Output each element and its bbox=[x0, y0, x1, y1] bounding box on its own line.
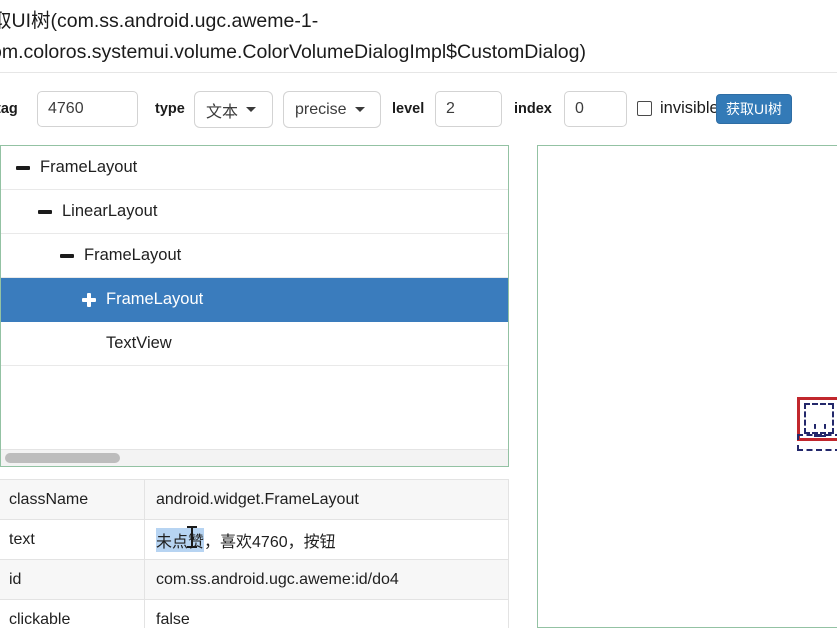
tree-node-row[interactable]: TextView bbox=[1, 322, 508, 366]
device-preview-panel[interactable] bbox=[537, 145, 837, 628]
property-row: id com.ss.android.ugc.aweme:id/do4 bbox=[0, 560, 508, 600]
type-select[interactable]: 文本 bbox=[194, 91, 273, 128]
level-label: level bbox=[392, 101, 425, 117]
ui-inspector-window: 取UI树(com.ss.android.ugc.aweme-1- om.colo… bbox=[0, 0, 837, 628]
window-title-bar: 取UI树(com.ss.android.ugc.aweme-1- om.colo… bbox=[0, 0, 837, 73]
property-row: className android.widget.FrameLayout bbox=[0, 480, 508, 520]
index-label: index bbox=[514, 101, 552, 117]
chevron-down-icon bbox=[246, 107, 257, 112]
property-row: text 未点赞 ，喜欢4760，按钮 bbox=[0, 520, 508, 560]
property-key: className bbox=[0, 480, 145, 519]
tree-node-label: LinearLayout bbox=[62, 202, 158, 220]
property-value[interactable]: false bbox=[145, 600, 508, 628]
tree-node-label: TextView bbox=[106, 334, 172, 352]
minus-icon[interactable] bbox=[37, 204, 53, 220]
minus-icon[interactable] bbox=[59, 248, 75, 264]
ui-tree-panel[interactable]: FrameLayout LinearLayout FrameLayout FrameL… bbox=[0, 145, 509, 467]
property-key: id bbox=[0, 560, 145, 599]
blank bbox=[81, 336, 97, 352]
match-mode-select[interactable]: precise bbox=[283, 91, 381, 128]
chevron-down-icon bbox=[354, 107, 365, 112]
match-mode-value: precise bbox=[295, 100, 347, 118]
invisible-checkbox-group[interactable]: invisible bbox=[637, 99, 719, 117]
text-cursor-icon bbox=[187, 526, 197, 548]
type-label: type bbox=[155, 101, 185, 117]
tree-scrollbar-thumb[interactable] bbox=[5, 453, 120, 463]
window-title-line-1: 取UI树(com.ss.android.ugc.aweme-1- bbox=[0, 10, 319, 32]
fetch-ui-tree-button[interactable]: 获取UI树 bbox=[716, 94, 792, 124]
tree-node-row[interactable]: LinearLayout bbox=[1, 190, 508, 234]
minus-icon[interactable] bbox=[15, 160, 31, 176]
invisible-checkbox[interactable] bbox=[637, 100, 652, 116]
tree-node-row[interactable]: FrameLayout bbox=[1, 234, 508, 278]
window-title-line-2: om.coloros.systemui.volume.ColorVolumeDi… bbox=[0, 41, 586, 63]
property-key: text bbox=[0, 520, 145, 559]
tree-horizontal-scrollbar[interactable] bbox=[1, 449, 508, 466]
property-key: clickable bbox=[0, 600, 145, 628]
property-value[interactable]: com.ss.android.ugc.aweme:id/do4 bbox=[145, 560, 508, 599]
type-select-value: 文本 bbox=[206, 103, 239, 121]
index-input[interactable] bbox=[564, 91, 627, 127]
tree-node-row[interactable]: FrameLayout bbox=[1, 146, 508, 190]
node-properties-table: className android.widget.FrameLayout text 未… bbox=[0, 479, 509, 628]
property-value[interactable]: 未点赞 ，喜欢4760，按钮 bbox=[145, 520, 508, 559]
property-value[interactable]: android.widget.FrameLayout bbox=[145, 480, 508, 519]
tree-node-label: FrameLayout bbox=[106, 290, 204, 308]
level-input[interactable] bbox=[435, 91, 502, 127]
tag-label: tag bbox=[0, 101, 18, 117]
property-value-rest: ，喜欢4760，按钮 bbox=[204, 533, 336, 551]
tree-node-row[interactable]: FrameLayout bbox=[1, 278, 508, 322]
tree-node-label: FrameLayout bbox=[84, 246, 182, 264]
tag-input[interactable] bbox=[37, 91, 138, 127]
plus-icon[interactable] bbox=[81, 292, 97, 308]
invisible-label: invisible bbox=[660, 99, 719, 117]
sibling-node-bounds-outline bbox=[797, 434, 837, 451]
tree-node-label: FrameLayout bbox=[40, 158, 138, 176]
ui-tree-list[interactable]: FrameLayout LinearLayout FrameLayout FrameL… bbox=[1, 146, 508, 449]
property-row: clickable false bbox=[0, 600, 508, 628]
